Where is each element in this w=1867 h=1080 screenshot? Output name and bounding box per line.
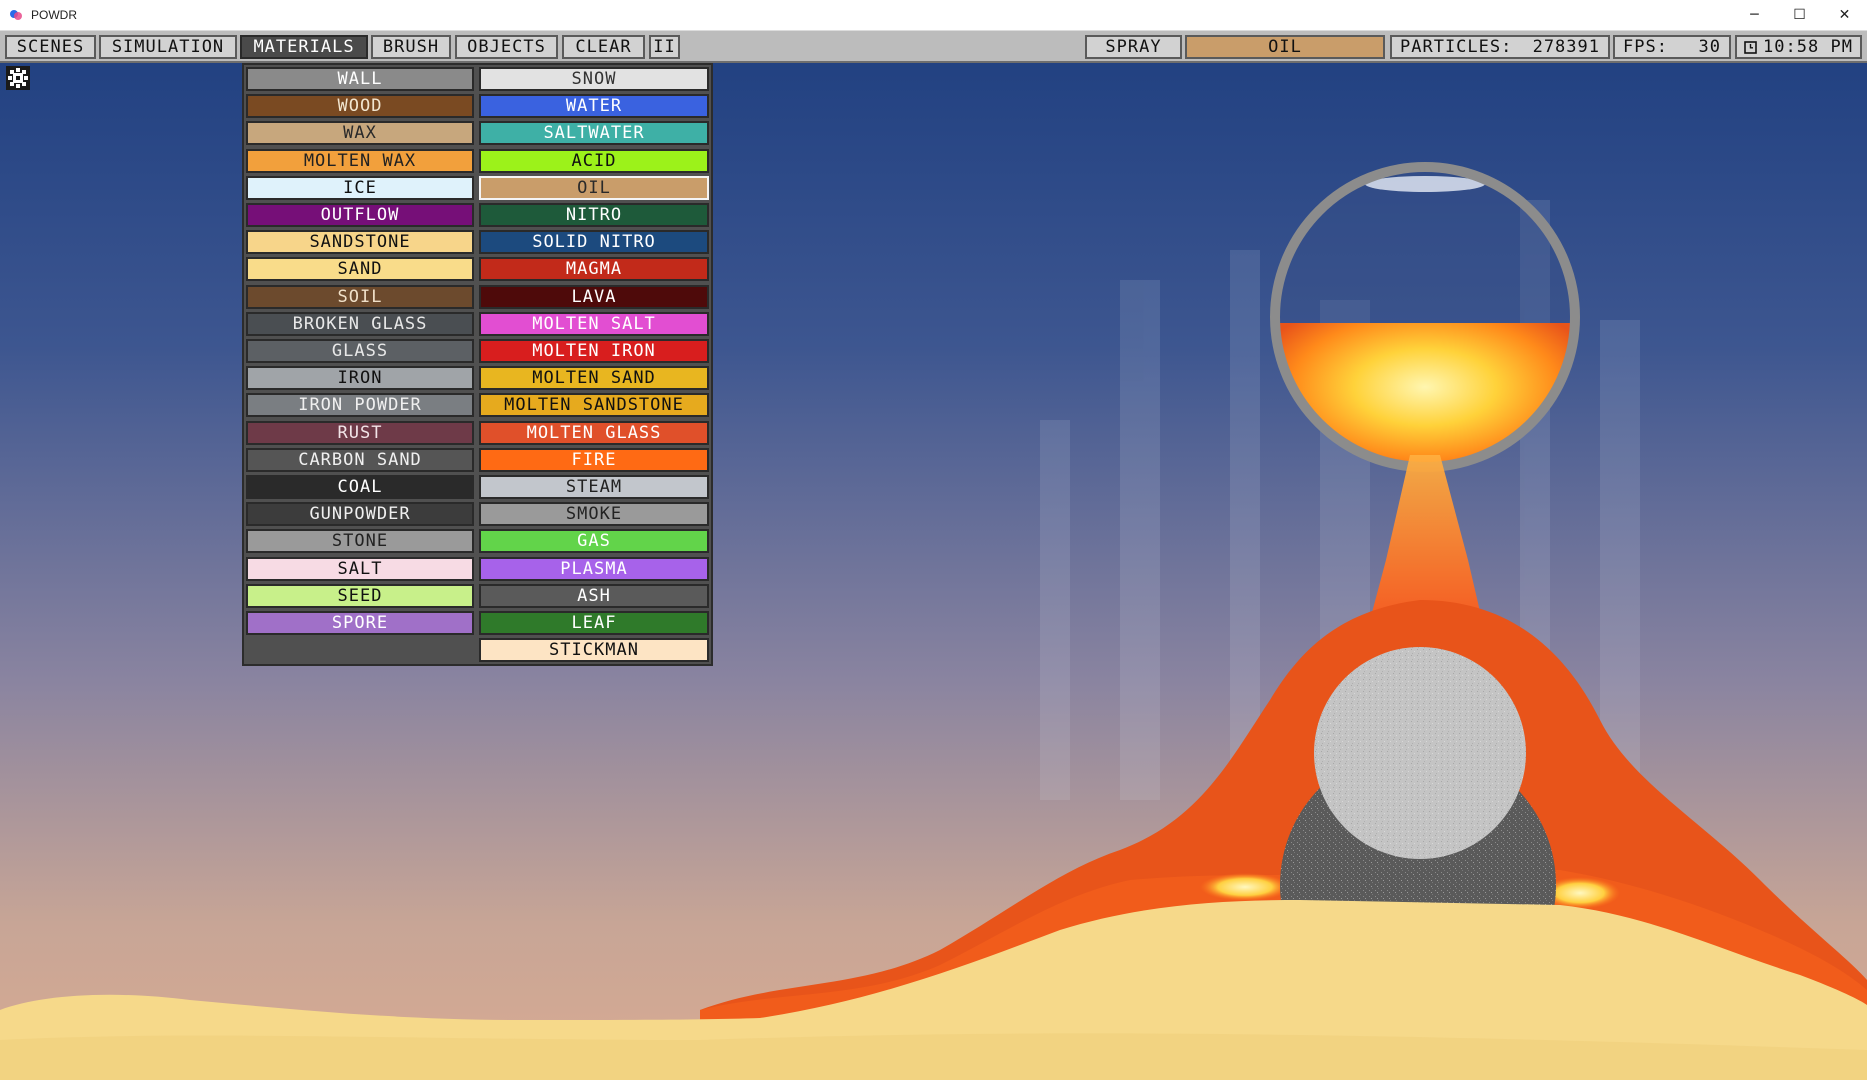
window-title-bar: POWDR ─ ☐ ✕ — [0, 0, 1867, 31]
material-fire-button[interactable]: FIRE — [479, 448, 709, 472]
material-smoke-button[interactable]: SMOKE — [479, 502, 709, 526]
material-oil-button[interactable]: OIL — [479, 176, 709, 200]
material-wall-button[interactable]: WALL — [246, 67, 474, 91]
clock-display: 10:58 PM — [1735, 35, 1862, 59]
particles-value: 278391 — [1532, 37, 1600, 57]
material-salt-button[interactable]: SALT — [246, 557, 474, 581]
brush-menu[interactable]: BRUSH — [371, 35, 451, 59]
material-ash-button[interactable]: ASH — [479, 584, 709, 608]
material-stickman-button[interactable]: STICKMAN — [479, 638, 709, 662]
window-controls: ─ ☐ ✕ — [1732, 0, 1867, 30]
material-carbon-sand-button[interactable]: CARBON SAND — [246, 448, 474, 472]
clock-time: 10:58 PM — [1763, 37, 1853, 57]
fps-label: FPS: — [1623, 37, 1668, 57]
material-water-button[interactable]: WATER — [479, 94, 709, 118]
material-plasma-button[interactable]: PLASMA — [479, 557, 709, 581]
material-iron-powder-button[interactable]: IRON POWDER — [246, 393, 474, 417]
materials-menu[interactable]: MATERIALS — [240, 35, 368, 59]
material-iron-button[interactable]: IRON — [246, 366, 474, 390]
material-coal-button[interactable]: COAL — [246, 475, 474, 499]
material-sandstone-button[interactable]: SANDSTONE — [246, 230, 474, 254]
material-gas-button[interactable]: GAS — [479, 529, 709, 553]
minimize-button[interactable]: ─ — [1732, 0, 1777, 30]
pause-button[interactable]: II — [649, 35, 680, 59]
material-snow-button[interactable]: SNOW — [479, 67, 709, 91]
material-glass-button[interactable]: GLASS — [246, 339, 474, 363]
material-leaf-button[interactable]: LEAF — [479, 611, 709, 635]
material-lava-button[interactable]: LAVA — [479, 285, 709, 309]
app-logo-icon — [10, 10, 22, 20]
fps-counter: FPS: 30 — [1613, 35, 1731, 59]
material-seed-button[interactable]: SEED — [246, 584, 474, 608]
material-molten-glass-button[interactable]: MOLTEN GLASS — [479, 421, 709, 445]
settings-gear-icon[interactable] — [6, 66, 30, 90]
material-ice-button[interactable]: ICE — [246, 176, 474, 200]
material-saltwater-button[interactable]: SALTWATER — [479, 121, 709, 145]
material-sand-button[interactable]: SAND — [246, 257, 474, 281]
window-title: POWDR — [31, 8, 77, 22]
material-rust-button[interactable]: RUST — [246, 421, 474, 445]
selected-material-indicator: OIL — [1185, 35, 1385, 59]
material-molten-wax-button[interactable]: MOLTEN WAX — [246, 149, 474, 173]
clear-button[interactable]: CLEAR — [562, 35, 645, 59]
simulation-menu[interactable]: SIMULATION — [99, 35, 237, 59]
material-solid-nitro-button[interactable]: SOLID NITRO — [479, 230, 709, 254]
material-nitro-button[interactable]: NITRO — [479, 203, 709, 227]
scenes-menu[interactable]: SCENES — [5, 35, 96, 59]
menu-bar: SCENES SIMULATION MATERIALS BRUSH OBJECT… — [0, 31, 1867, 63]
material-soil-button[interactable]: SOIL — [246, 285, 474, 309]
material-molten-salt-button[interactable]: MOLTEN SALT — [479, 312, 709, 336]
maximize-button[interactable]: ☐ — [1777, 0, 1822, 30]
objects-menu[interactable]: OBJECTS — [455, 35, 558, 59]
fps-value: 30 — [1698, 37, 1721, 57]
material-magma-button[interactable]: MAGMA — [479, 257, 709, 281]
material-broken-glass-button[interactable]: BROKEN GLASS — [246, 312, 474, 336]
close-button[interactable]: ✕ — [1822, 0, 1867, 30]
material-steam-button[interactable]: STEAM — [479, 475, 709, 499]
material-wax-button[interactable]: WAX — [246, 121, 474, 145]
material-wood-button[interactable]: WOOD — [246, 94, 474, 118]
material-outflow-button[interactable]: OUTFLOW — [246, 203, 474, 227]
material-molten-iron-button[interactable]: MOLTEN IRON — [479, 339, 709, 363]
particles-counter: PARTICLES: 278391 — [1390, 35, 1610, 59]
material-molten-sandstone-button[interactable]: MOLTEN SANDSTONE — [479, 393, 709, 417]
materials-panel: WALL WOOD WAX MOLTEN WAX ICE OUTFLOW SAN… — [242, 63, 713, 666]
clock-icon — [1744, 40, 1757, 54]
particles-label: PARTICLES: — [1400, 37, 1513, 57]
material-spore-button[interactable]: SPORE — [246, 611, 474, 635]
material-stone-button[interactable]: STONE — [246, 529, 474, 553]
brush-mode-indicator: SPRAY — [1085, 35, 1182, 59]
material-molten-sand-button[interactable]: MOLTEN SAND — [479, 366, 709, 390]
material-gunpowder-button[interactable]: GUNPOWDER — [246, 502, 474, 526]
material-acid-button[interactable]: ACID — [479, 149, 709, 173]
